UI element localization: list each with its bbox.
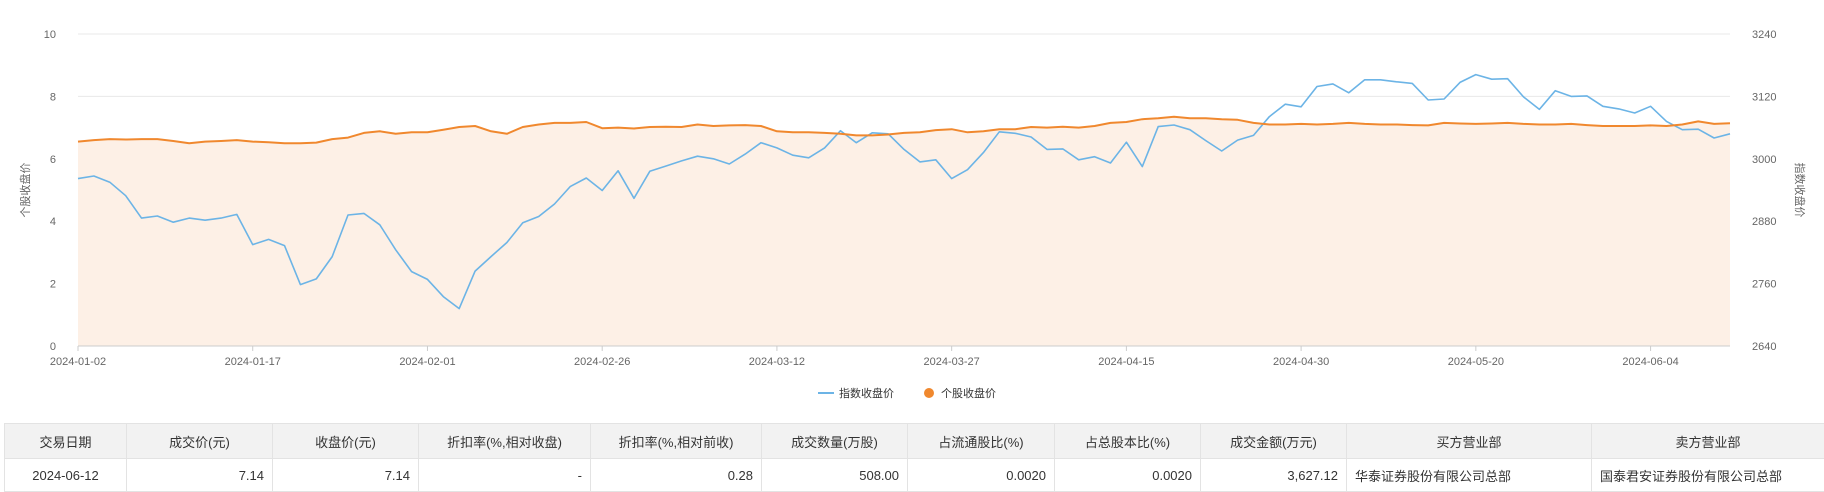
table-header-row: 交易日期 成交价(元) 收盘价(元) 折扣率(%,相对收盘) 折扣率(%,相对前… [5,424,1824,459]
header-total-ratio[interactable]: 占总股本比(%) [1055,424,1201,459]
x-tick-label: 2024-02-01 [399,356,455,368]
right-axis-label: 指数收盘价 [1793,163,1807,218]
x-tick-label: 2024-05-20 [1448,356,1504,368]
header-trade-date[interactable]: 交易日期 [5,424,127,459]
x-tick-label: 2024-03-12 [749,356,805,368]
x-tick-label: 2024-02-26 [574,356,630,368]
left-tick-label: 4 [50,216,56,228]
left-tick-label: 2 [50,279,56,291]
right-tick-label: 3120 [1752,91,1776,103]
table-row: 2024-06-12 7.14 7.14 - 0.28 508.00 0.002… [5,459,1824,492]
cell-discount-vs-prev: 0.28 [591,459,762,492]
header-buyer[interactable]: 买方营业部 [1347,424,1592,459]
header-amount[interactable]: 成交金额(万元) [1201,424,1347,459]
cell-trade-date: 2024-06-12 [5,459,127,492]
right-tick-label: 3000 [1752,154,1776,166]
block-trade-table: 交易日期 成交价(元) 收盘价(元) 折扣率(%,相对收盘) 折扣率(%,相对前… [4,423,1824,492]
stock-area-fill [78,117,1730,346]
header-float-ratio[interactable]: 占流通股比(%) [908,424,1055,459]
header-discount-vs-prev[interactable]: 折扣率(%,相对前收) [591,424,762,459]
x-tick-label: 2024-01-17 [225,356,281,368]
header-volume[interactable]: 成交数量(万股) [762,424,908,459]
x-tick-label: 2024-04-15 [1098,356,1154,368]
header-close-price[interactable]: 收盘价(元) [273,424,419,459]
legend-index-label: 指数收盘价 [839,386,894,400]
cell-discount-vs-close: - [419,459,591,492]
chart-area: 0 2 4 6 8 10 2640 2760 2880 3000 3120 3240 2024-01-0… [0,0,1824,420]
cell-volume: 508.00 [762,459,908,492]
legend-stock-swatch [924,388,934,398]
cell-amount: 3,627.12 [1201,459,1347,492]
header-discount-vs-close[interactable]: 折扣率(%,相对收盘) [419,424,591,459]
x-tick-label: 2024-03-27 [924,356,980,368]
left-tick-label: 10 [44,29,56,41]
cell-total-ratio: 0.0020 [1055,459,1201,492]
cell-float-ratio: 0.0020 [908,459,1055,492]
x-tick-label: 2024-01-02 [50,356,106,368]
x-tick-label: 2024-04-30 [1273,356,1329,368]
stock-area [78,117,1730,346]
left-tick-label: 8 [50,91,56,103]
right-tick-label: 3240 [1752,29,1776,41]
right-tick-label: 2880 [1752,216,1776,228]
left-tick-label: 0 [50,341,56,353]
cell-seller: 国泰君安证券股份有限公司总部 [1592,459,1824,492]
legend-stock-label: 个股收盘价 [941,386,996,400]
legend: 指数收盘价 个股收盘价 [818,386,996,400]
left-tick-label: 6 [50,154,56,166]
cell-close-price: 7.14 [273,459,419,492]
header-trade-price[interactable]: 成交价(元) [127,424,273,459]
right-tick-label: 2760 [1752,279,1776,291]
right-tick-label: 2640 [1752,341,1776,353]
cell-trade-price: 7.14 [127,459,273,492]
header-seller[interactable]: 卖方营业部 [1592,424,1824,459]
left-axis-label: 个股收盘价 [18,163,32,218]
legend-item-stock[interactable]: 个股收盘价 [924,386,996,400]
cell-buyer: 华泰证券股份有限公司总部 [1347,459,1592,492]
legend-item-index[interactable]: 指数收盘价 [818,386,894,400]
x-tick-label: 2024-06-04 [1622,356,1678,368]
